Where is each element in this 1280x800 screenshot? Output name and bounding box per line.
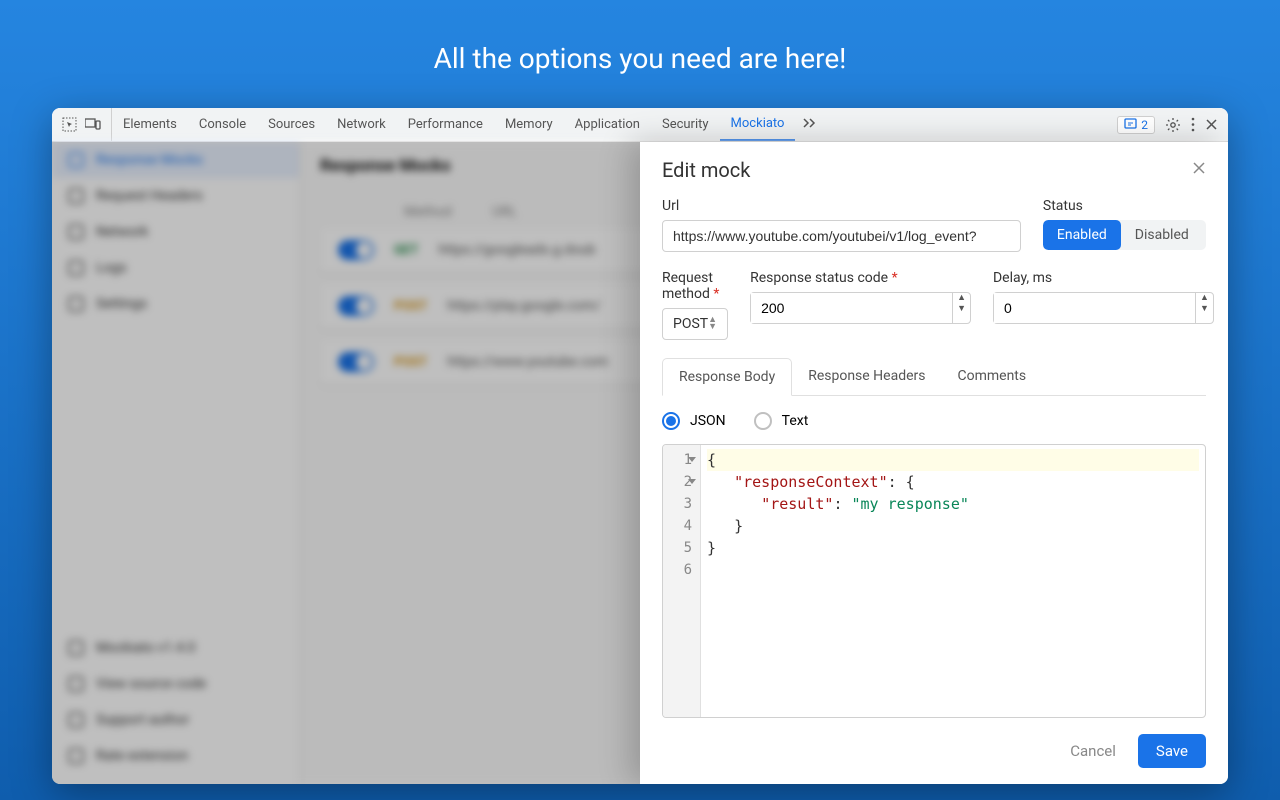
status-segmented: Enabled Disabled	[1043, 220, 1206, 250]
url-label: Url	[662, 198, 1021, 214]
delay-stepper[interactable]: ▲▼	[993, 292, 1214, 324]
status-code-stepper[interactable]: ▲▼	[750, 292, 971, 324]
status-disabled[interactable]: Disabled	[1121, 220, 1203, 250]
code-label: Response status code *	[750, 270, 971, 286]
radio-icon	[754, 412, 772, 430]
tab-security[interactable]: Security	[651, 108, 720, 141]
tab-response-headers[interactable]: Response Headers	[792, 358, 941, 395]
method-select[interactable]: POST ▲▼	[662, 308, 728, 340]
step-up-icon[interactable]: ▲	[953, 293, 970, 304]
kebab-icon[interactable]	[1191, 117, 1195, 132]
close-icon[interactable]	[1192, 160, 1206, 180]
step-down-icon[interactable]: ▼	[953, 304, 970, 315]
format-json[interactable]: JSON	[662, 412, 726, 430]
issues-badge[interactable]: 2	[1117, 116, 1155, 134]
status-code-input[interactable]	[751, 293, 952, 323]
save-button[interactable]: Save	[1138, 734, 1206, 768]
settings-icon[interactable]	[1165, 117, 1181, 133]
response-tabs: Response Body Response Headers Comments	[662, 358, 1206, 396]
status-enabled[interactable]: Enabled	[1043, 220, 1121, 250]
tab-application[interactable]: Application	[564, 108, 651, 141]
tabs-overflow-icon[interactable]	[795, 117, 825, 132]
chevron-updown-icon: ▲▼	[708, 317, 717, 331]
close-devtools-icon[interactable]	[1205, 118, 1218, 131]
tab-sources[interactable]: Sources	[257, 108, 326, 141]
step-up-icon[interactable]: ▲	[1196, 293, 1213, 304]
tab-comments[interactable]: Comments	[942, 358, 1043, 395]
tab-response-body[interactable]: Response Body	[662, 358, 792, 396]
edit-mock-panel: Edit mock Url Status Enabled Disabled	[640, 142, 1228, 784]
radio-icon	[662, 412, 680, 430]
delay-input[interactable]	[994, 293, 1195, 323]
devtools-topbar: Elements Console Sources Network Perform…	[52, 108, 1228, 142]
method-label: Request method *	[662, 270, 728, 302]
editor-content[interactable]: { "responseContext": { "result": "my res…	[701, 445, 1205, 717]
tab-memory[interactable]: Memory	[494, 108, 564, 141]
editor-gutter: 1 2 3 4 5 6	[663, 445, 701, 717]
url-input[interactable]	[662, 220, 1021, 252]
issues-count: 2	[1141, 118, 1148, 132]
tab-performance[interactable]: Performance	[397, 108, 494, 141]
device-toggle-icon[interactable]	[85, 118, 101, 131]
cancel-button[interactable]: Cancel	[1070, 742, 1116, 760]
status-label: Status	[1043, 198, 1206, 214]
inspect-icon[interactable]	[62, 117, 77, 132]
panel-title: Edit mock	[662, 158, 750, 182]
tab-elements[interactable]: Elements	[112, 108, 188, 141]
devtools-window: Elements Console Sources Network Perform…	[52, 108, 1228, 784]
promo-headline: All the options you need are here!	[0, 0, 1280, 75]
step-down-icon[interactable]: ▼	[1196, 304, 1213, 315]
tab-console[interactable]: Console	[188, 108, 257, 141]
json-editor[interactable]: 1 2 3 4 5 6 { "responseContext": { "resu…	[662, 444, 1206, 718]
format-text[interactable]: Text	[754, 412, 809, 430]
tab-mockiato[interactable]: Mockiato	[720, 108, 796, 141]
delay-label: Delay, ms	[993, 270, 1214, 286]
tab-network[interactable]: Network	[326, 108, 397, 141]
